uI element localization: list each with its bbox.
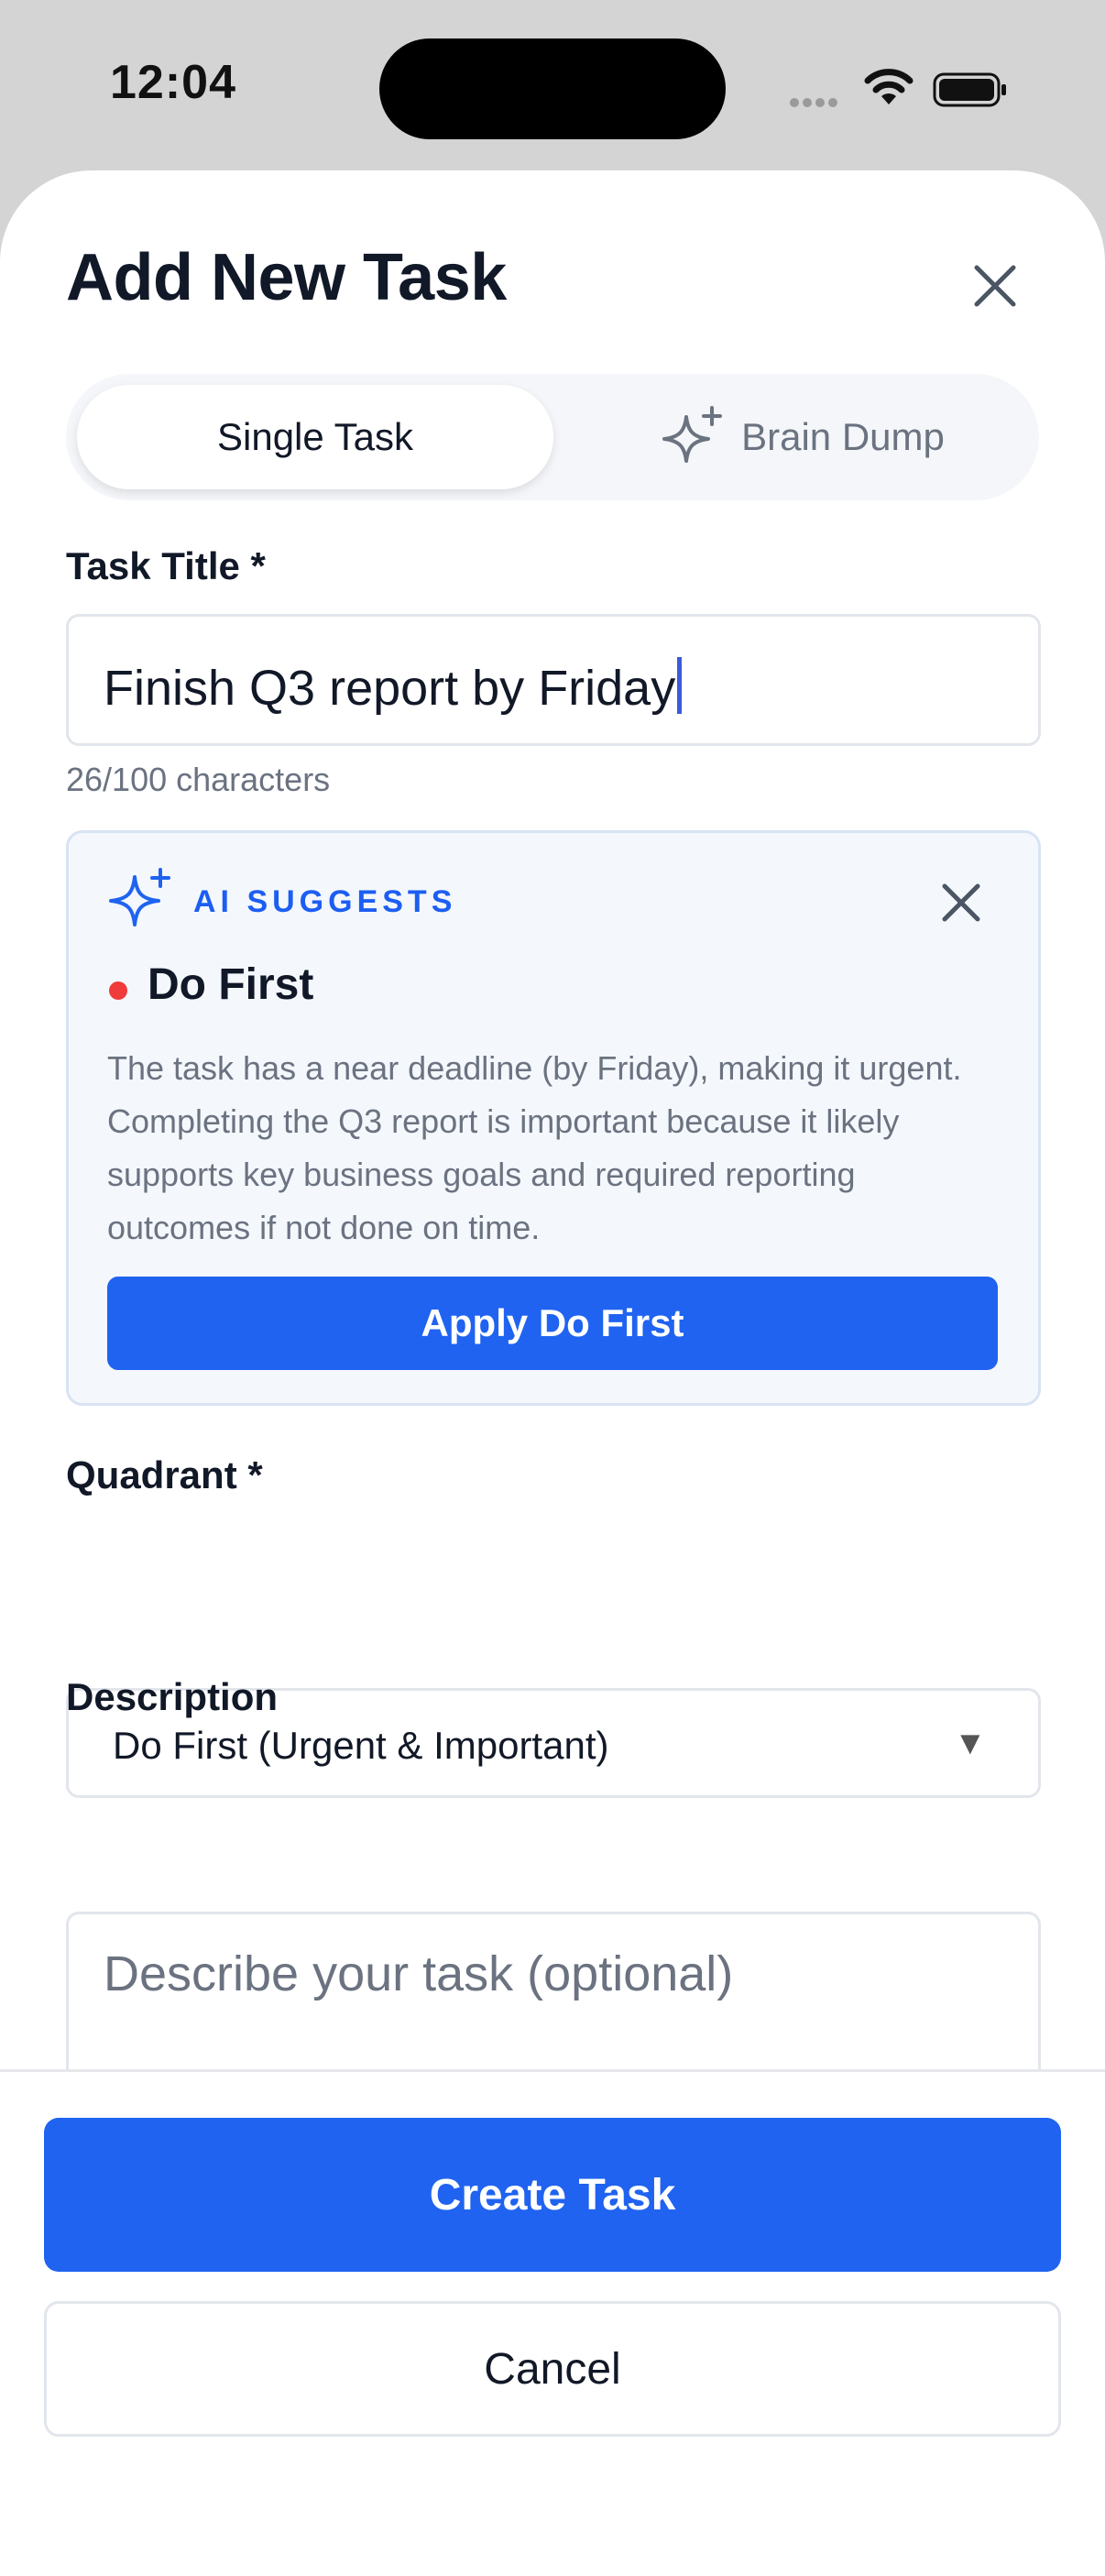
close-icon[interactable] bbox=[962, 253, 1028, 319]
priority-dot bbox=[109, 981, 127, 1000]
page-title: Add New Task bbox=[66, 241, 507, 314]
tab-brain-dump[interactable]: Brain Dump bbox=[579, 385, 1028, 489]
task-title-label: Task Title * bbox=[66, 544, 266, 587]
status-time: 12:04 bbox=[110, 56, 236, 109]
task-title-value: Finish Q3 report by Friday bbox=[104, 661, 676, 716]
sparkle-icon bbox=[662, 406, 723, 463]
cellular-signal-icon bbox=[790, 95, 845, 108]
wifi-icon bbox=[864, 69, 914, 104]
description-label: Description bbox=[66, 1675, 279, 1718]
footer-actions: Create Task Cancel bbox=[0, 2069, 1105, 2576]
battery-icon bbox=[933, 72, 1006, 107]
quadrant-selected-value: Do First (Urgent & Important) bbox=[113, 1724, 609, 1767]
ai-sparkle-icon bbox=[109, 868, 170, 926]
character-count: 26/100 characters bbox=[66, 761, 331, 798]
status-icons bbox=[790, 62, 1010, 117]
dynamic-island bbox=[379, 38, 726, 139]
description-placeholder: Describe your task (optional) bbox=[104, 1946, 734, 2001]
text-caret bbox=[677, 657, 683, 714]
dismiss-suggestion-icon[interactable] bbox=[934, 875, 989, 930]
dropdown-arrow-icon: ▼ bbox=[954, 1724, 987, 1761]
tab-brain-dump-label: Brain Dump bbox=[741, 415, 945, 458]
suggested-quadrant: Do First bbox=[148, 960, 314, 1009]
apply-suggestion-button[interactable]: Apply Do First bbox=[107, 1277, 998, 1370]
cancel-button[interactable]: Cancel bbox=[44, 2301, 1061, 2437]
tab-single-task[interactable]: Single Task bbox=[77, 385, 553, 489]
ai-suggestion-card: AI SUGGESTS Do First The task has a near… bbox=[66, 830, 1041, 1406]
status-bar: 12:04 bbox=[0, 0, 1105, 170]
quadrant-label: Quadrant * bbox=[66, 1453, 263, 1496]
task-title-input[interactable]: Finish Q3 report by Friday bbox=[66, 614, 1041, 746]
create-task-button[interactable]: Create Task bbox=[44, 2118, 1061, 2272]
task-mode-tabs: Single Task Brain Dump bbox=[66, 374, 1039, 500]
ai-suggests-label: AI SUGGESTS bbox=[193, 884, 457, 919]
suggestion-reason: The task has a near deadline (by Friday)… bbox=[107, 1049, 962, 1246]
add-task-sheet: Add New Task Single Task Brain Dump Task… bbox=[0, 170, 1105, 2576]
